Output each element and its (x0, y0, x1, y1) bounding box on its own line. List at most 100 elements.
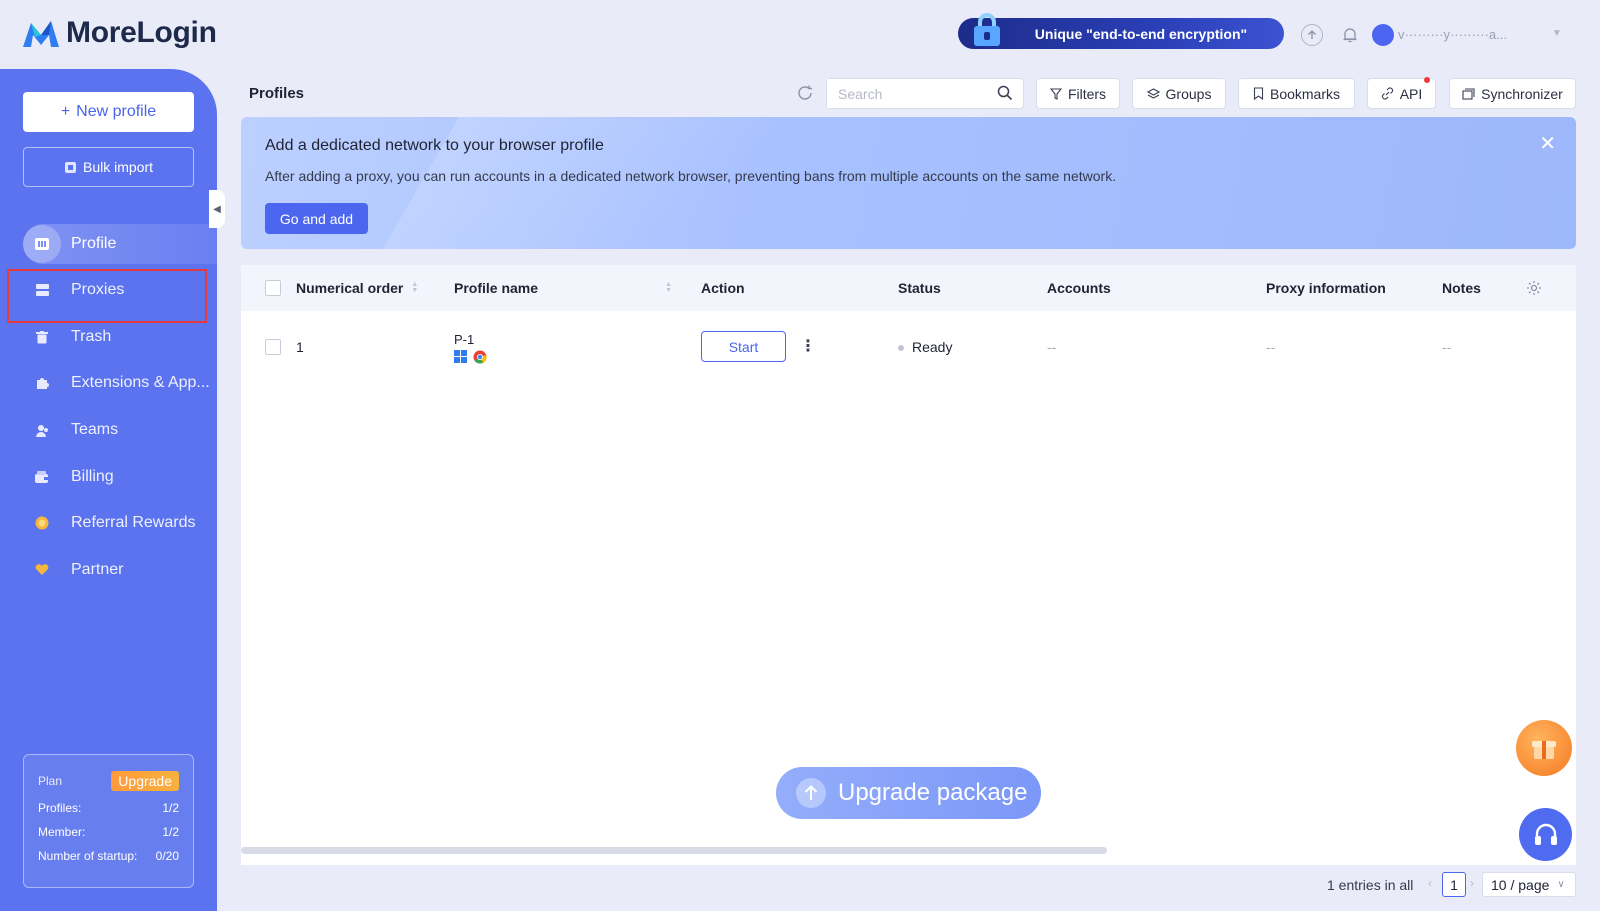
import-icon (64, 161, 76, 173)
sort-icon[interactable]: ▲ ▼ (665, 281, 672, 294)
bulk-import-button[interactable]: Bulk import (23, 147, 194, 187)
user-name[interactable]: v·········y·········a... (1398, 27, 1548, 42)
plan-row-label: Profiles: (38, 801, 82, 815)
headset-icon[interactable] (1519, 808, 1572, 861)
column-header-proxy-information: Proxy information (1266, 280, 1386, 296)
page-number[interactable]: 1 (1442, 872, 1466, 897)
profile-name-cell[interactable]: P-1 (454, 332, 474, 347)
sidebar-item-label: Profile (71, 235, 117, 252)
plan-row-value: 0/20 (155, 849, 179, 863)
search-box[interactable] (826, 78, 1024, 109)
proxies-icon (23, 271, 61, 309)
sidebar-item-billing[interactable]: Billing (23, 457, 217, 497)
order-cell: 1 (296, 339, 304, 355)
bell-icon[interactable] (1339, 24, 1361, 46)
new-profile-button[interactable]: + New profile (23, 92, 194, 132)
horizontal-scrollbar[interactable] (241, 847, 1107, 854)
promo-banner[interactable]: Unique "end-to-end encryption" (958, 13, 1284, 49)
start-button[interactable]: Start (701, 331, 786, 362)
close-icon[interactable]: ✕ (1539, 131, 1556, 156)
layers-icon (1146, 87, 1160, 99)
extensions-icon (23, 364, 61, 402)
sidebar-item-label: Extensions & App... (71, 374, 210, 391)
plan-card: Plan Upgrade Profiles: 1/2 Member: 1/2 N… (23, 754, 194, 888)
promo-text: Unique "end-to-end encryption" (1034, 25, 1248, 42)
status-label: Ready (912, 339, 953, 355)
sidebar-item-label: Teams (71, 421, 119, 438)
groups-button[interactable]: Groups (1132, 78, 1226, 109)
plan-row: Member: 1/2 (38, 825, 179, 839)
chevron-down-icon[interactable]: ▼ (1552, 28, 1562, 39)
plan-row-value: 1/2 (162, 825, 179, 839)
app-logo[interactable]: MoreLogin (22, 16, 217, 50)
synchronizer-button[interactable]: Synchronizer (1449, 78, 1576, 109)
plan-row-value: 1/2 (162, 801, 179, 815)
proxy-banner: Add a dedicated network to your browser … (241, 117, 1576, 249)
sidebar-item-referral-rewards[interactable]: Referral Rewards (23, 503, 217, 543)
chevron-right-icon[interactable]: › (1470, 876, 1474, 890)
new-profile-label: New profile (76, 103, 157, 120)
more-options-icon[interactable]: ⋮ (800, 336, 816, 356)
pagination-total: 1 entries in all (1327, 876, 1414, 893)
upgrade-package-button[interactable]: Upgrade package (776, 767, 1041, 819)
upgrade-button[interactable]: Upgrade (111, 771, 179, 791)
filters-button[interactable]: Filters (1036, 78, 1120, 109)
profile-icon (23, 225, 61, 263)
status-cell: Ready (898, 339, 952, 355)
column-header-status: Status (898, 280, 941, 296)
per-page-value: 10 / page (1491, 876, 1550, 893)
column-header-numerical-order[interactable]: Numerical order ▲ ▼ (296, 265, 418, 311)
plan-row-label: Number of startup: (38, 849, 138, 863)
sidebar-item-partner[interactable]: Partner (23, 550, 217, 590)
sidebar-item-trash[interactable]: Trash (23, 317, 217, 357)
teams-icon (23, 411, 61, 449)
notes-cell: -- (1442, 339, 1452, 355)
plan-row: Number of startup: 0/20 (38, 849, 179, 863)
page-title: Profiles (249, 85, 305, 102)
status-dot (898, 345, 904, 352)
sidebar-item-label: Billing (71, 468, 114, 485)
sidebar-item-label: Proxies (71, 281, 125, 298)
sidebar-item-extensions[interactable]: Extensions & App... (23, 363, 217, 403)
column-header-action: Action (701, 280, 745, 296)
select-all-checkbox[interactable] (265, 280, 281, 296)
groups-label: Groups (1165, 85, 1212, 102)
row-checkbox[interactable] (265, 339, 281, 355)
avatar[interactable] (1372, 24, 1394, 46)
sort-icon[interactable]: ▲ ▼ (411, 281, 418, 294)
synchronizer-label: Synchronizer (1481, 85, 1563, 102)
search-icon[interactable] (997, 85, 1013, 106)
per-page-select[interactable]: 10 / page ∨ (1482, 872, 1576, 897)
profile-platform-icons (454, 350, 487, 364)
sidebar-item-profile[interactable]: Profile (23, 224, 217, 264)
go-and-add-button[interactable]: Go and add (265, 203, 368, 234)
sidebar-collapse-button[interactable]: ◀ (209, 190, 225, 228)
referral-icon (23, 504, 61, 542)
plan-row-label: Member: (38, 825, 86, 839)
trash-icon (23, 318, 61, 356)
sidebar: + New profile Bulk import Profile Proxie… (0, 69, 225, 911)
link-icon (1381, 87, 1393, 100)
bookmarks-button[interactable]: Bookmarks (1238, 78, 1355, 109)
gift-icon[interactable] (1516, 720, 1572, 776)
filter-icon (1049, 87, 1062, 100)
windows-icon (454, 350, 467, 363)
upgrade-arrow-icon[interactable] (1301, 24, 1323, 46)
gear-icon[interactable] (1526, 265, 1542, 311)
api-label: API (1399, 85, 1423, 102)
billing-icon (23, 458, 61, 496)
notification-dot (1424, 77, 1430, 83)
arrow-up-icon (796, 778, 826, 808)
refresh-icon[interactable] (796, 84, 816, 104)
chevron-down-icon: ∨ (1557, 879, 1565, 890)
table-header: Numerical order ▲ ▼ Profile name ▲ ▼ Actio… (241, 265, 1576, 311)
plan-label: Plan (38, 774, 63, 788)
column-header-profile-name[interactable]: Profile name ▲ ▼ (454, 265, 672, 311)
chevron-left-icon[interactable]: ‹ (1428, 876, 1432, 890)
search-input[interactable] (827, 79, 987, 108)
api-button[interactable]: API (1367, 77, 1436, 109)
partner-icon (23, 551, 61, 589)
plus-icon: + (60, 103, 71, 120)
sidebar-item-teams[interactable]: Teams (23, 410, 217, 450)
sidebar-item-proxies[interactable]: Proxies (23, 270, 217, 310)
